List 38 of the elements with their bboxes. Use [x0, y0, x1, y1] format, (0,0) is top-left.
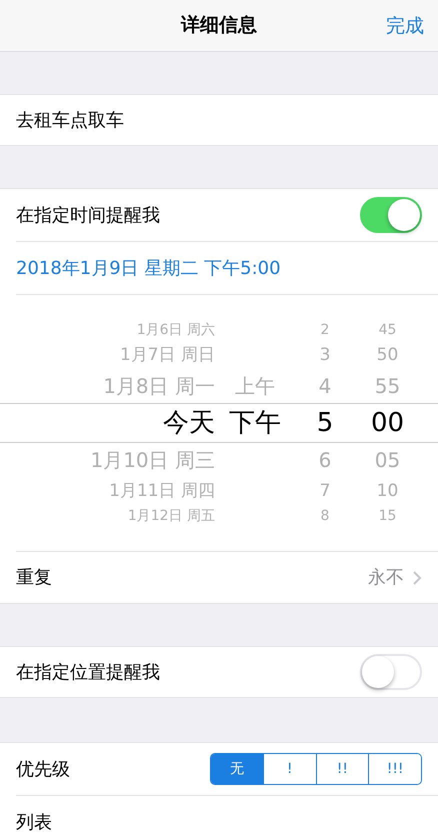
- minute-picker-item[interactable]: 45: [378, 323, 396, 337]
- period-picker-item[interactable]: 上午: [235, 376, 275, 396]
- hour-picker-item[interactable]: 6: [318, 450, 332, 470]
- hour-picker-item[interactable]: 7: [320, 482, 330, 500]
- date-picker-item[interactable]: 1月7日 周日: [120, 346, 215, 364]
- repeat-value[interactable]: 永不: [368, 564, 404, 591]
- date-picker-item[interactable]: 1月10日 周三: [90, 450, 215, 470]
- period-picker-item[interactable]: 下午: [229, 410, 281, 436]
- date-picker-item[interactable]: 1月6日 周六: [136, 323, 215, 337]
- date-time-value[interactable]: 2018年1月9日 星期二 下午5:00: [16, 254, 281, 282]
- hour-picker-item[interactable]: 4: [318, 376, 332, 396]
- time-alarm-label: 在指定时间提醒我: [16, 204, 160, 228]
- hour-picker-item[interactable]: 3: [320, 346, 330, 364]
- date-picker-item[interactable]: 1月12日 周五: [128, 509, 215, 523]
- hour-picker-item[interactable]: 2: [320, 323, 330, 337]
- priority-label: 优先级: [16, 758, 70, 782]
- repeat-label: 重复: [16, 566, 52, 590]
- date-picker-item[interactable]: 今天: [163, 410, 215, 436]
- priority-segment[interactable]: 无: [211, 754, 263, 784]
- minute-picker-item[interactable]: 55: [374, 376, 400, 396]
- minute-picker-item[interactable]: 10: [376, 482, 398, 500]
- hour-picker-item[interactable]: 5: [316, 410, 334, 436]
- reminder-title[interactable]: 去租车点取车: [16, 106, 124, 134]
- minute-picker-item[interactable]: 05: [374, 450, 400, 470]
- chevron-icon: [412, 570, 422, 586]
- minute-picker-item[interactable]: 50: [376, 346, 398, 364]
- done-button[interactable]: 完成: [386, 12, 424, 40]
- minute-picker-item[interactable]: 15: [378, 509, 396, 523]
- list-label[interactable]: 列表: [16, 808, 52, 834]
- location-alarm-switch[interactable]: [360, 654, 422, 690]
- date-picker-item[interactable]: 1月11日 周四: [109, 482, 215, 500]
- nav-title: 详细信息: [181, 13, 257, 38]
- date-picker-item[interactable]: 1月8日 周一: [103, 376, 215, 396]
- hour-picker-item[interactable]: 8: [320, 509, 330, 523]
- location-alarm-label: 在指定位置提醒我: [16, 660, 160, 684]
- time-alarm-switch[interactable]: [360, 197, 422, 233]
- priority-segment[interactable]: !!!: [368, 754, 421, 784]
- minute-picker-item[interactable]: 00: [370, 410, 404, 436]
